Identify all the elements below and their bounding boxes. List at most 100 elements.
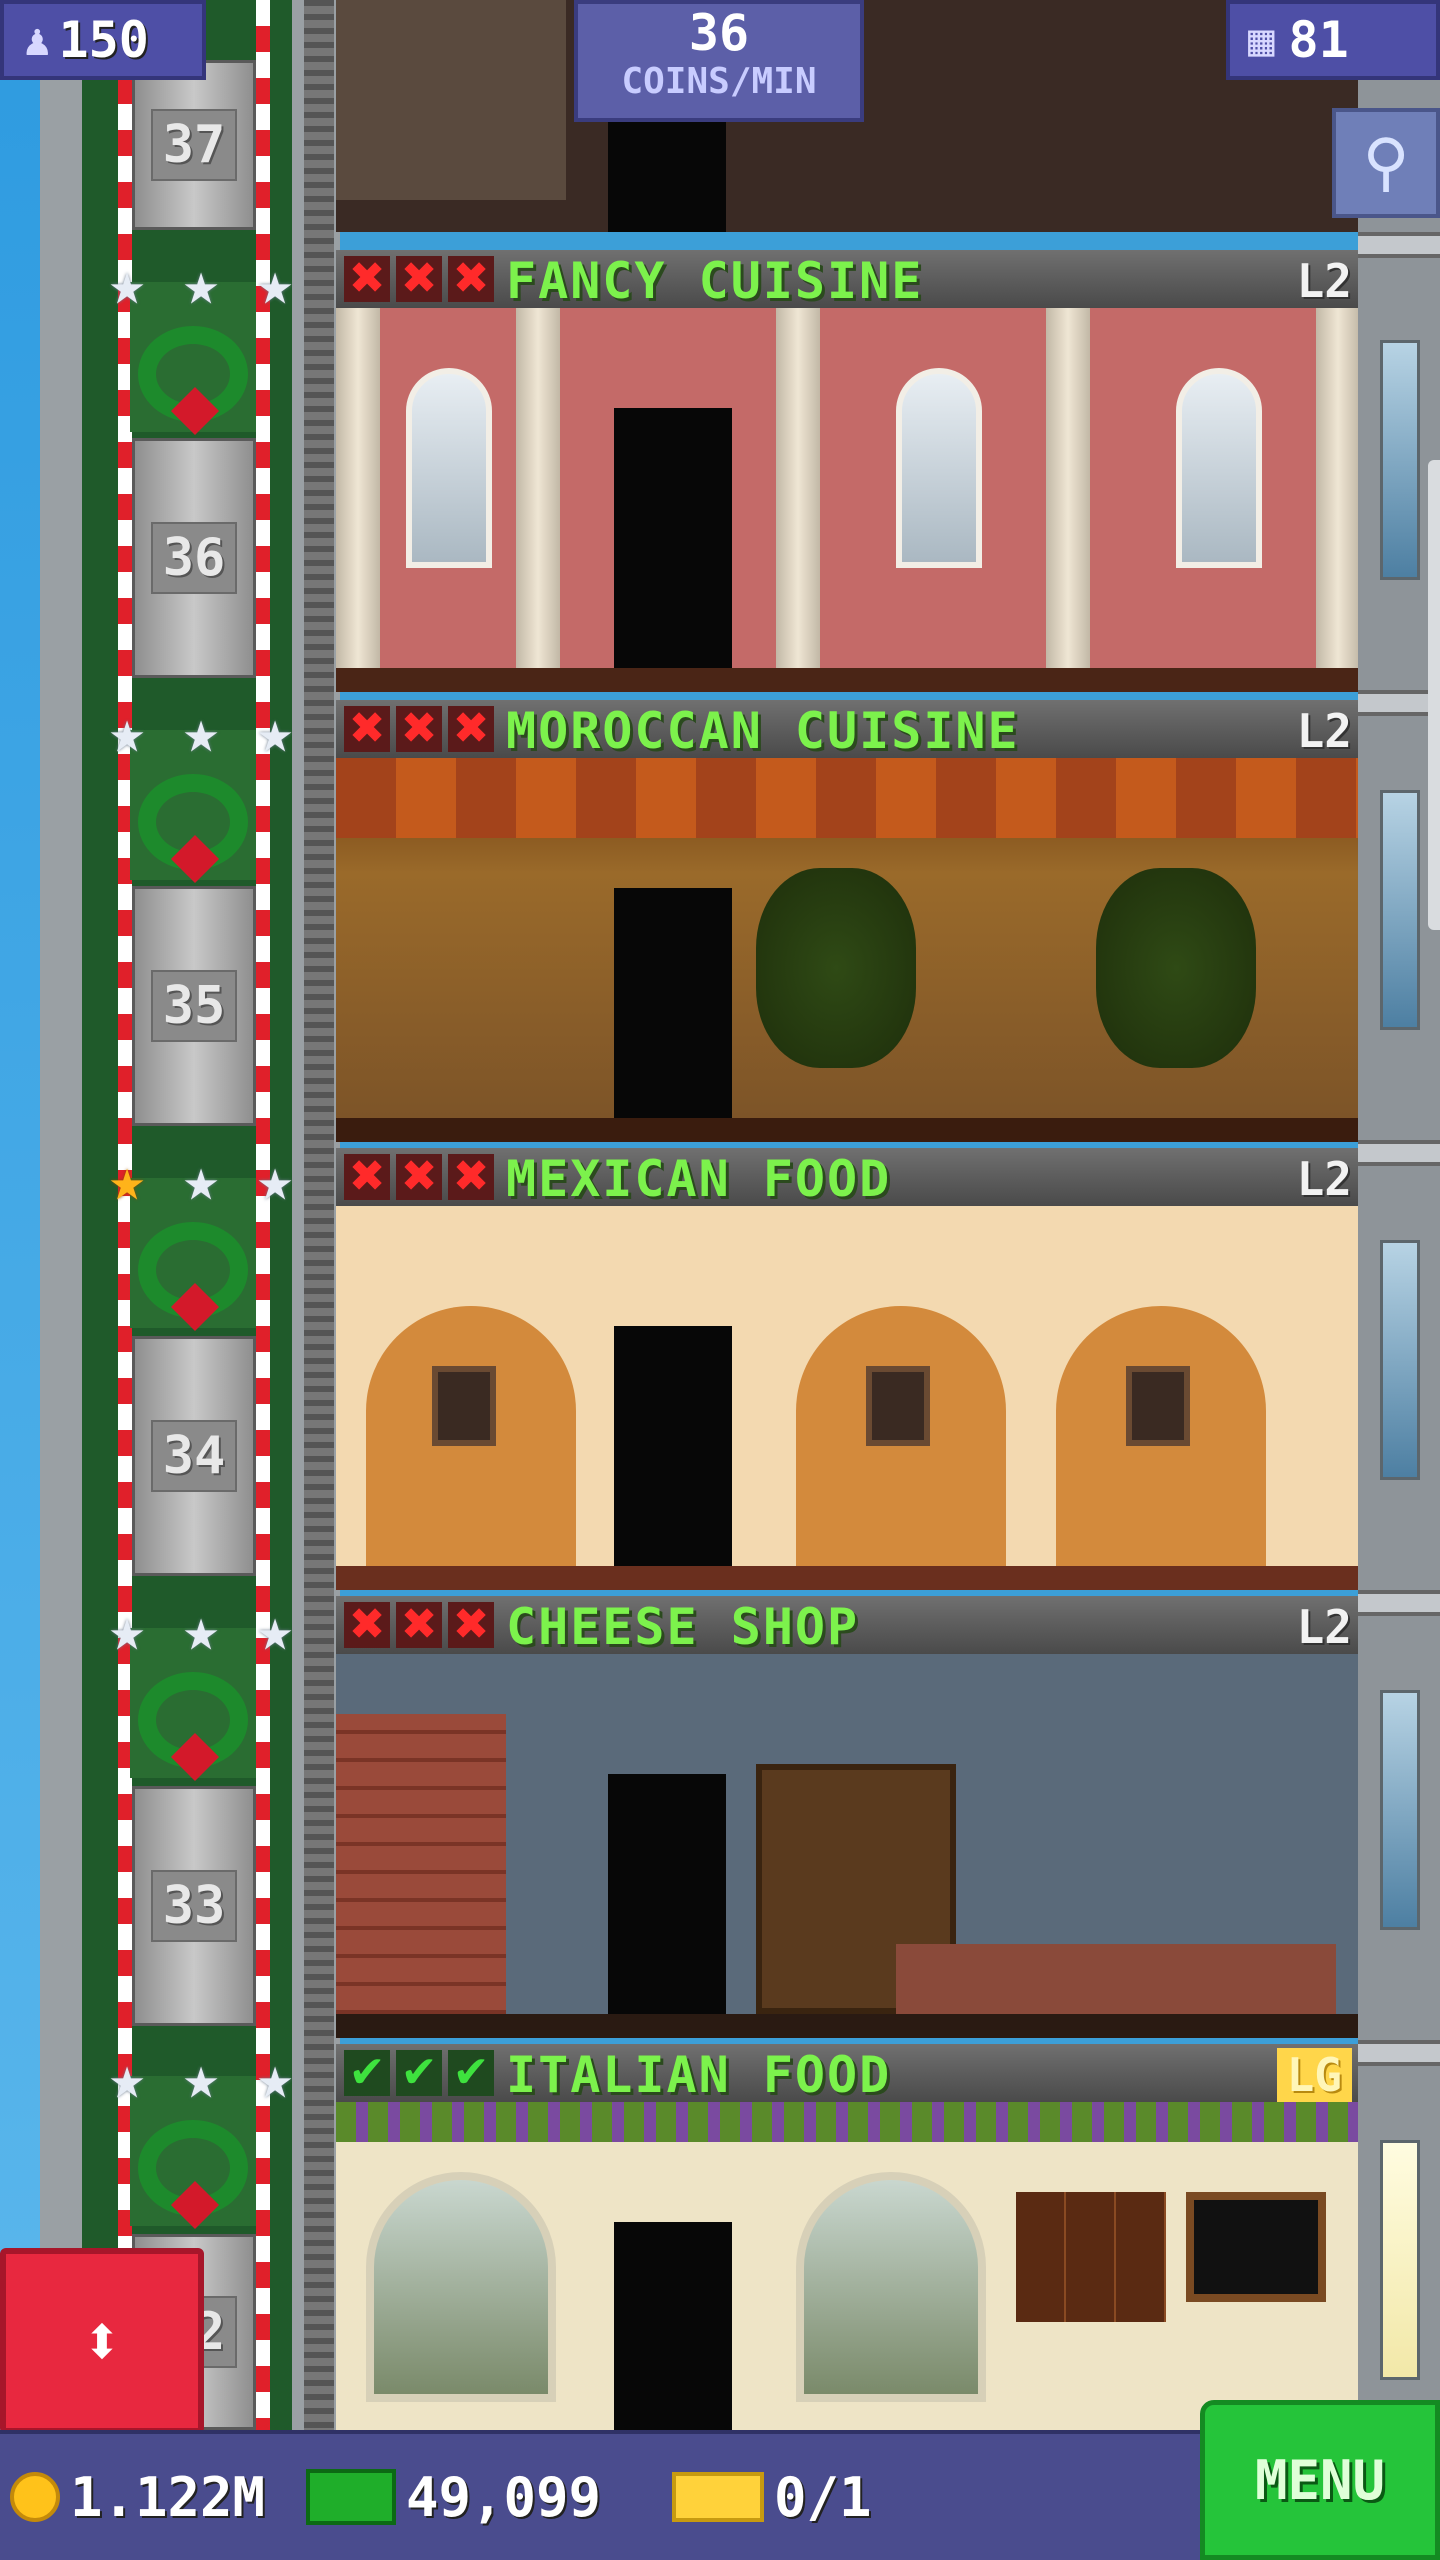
floor-number-label: 33	[150, 1870, 238, 1942]
stock-empty-icon: ✖	[448, 256, 494, 302]
elevator-car-33[interactable]: 33	[132, 1786, 256, 2026]
elevator-control-button[interactable]: ⬍	[0, 2248, 204, 2434]
ticket-value: 0/1	[774, 2465, 872, 2529]
silver-star-icon: ★	[108, 249, 146, 319]
silver-star-icon: ★	[256, 697, 294, 767]
silver-star-icon: ★	[256, 2043, 294, 2113]
floor-fancy-cuisine[interactable]: ✖ ✖ ✖ FANCY CUISINE L2	[336, 250, 1358, 692]
bux-balance[interactable]: 49,099	[306, 2434, 601, 2560]
side-scroll-handle[interactable]	[1428, 460, 1440, 930]
stock-empty-icon: ✖	[344, 1602, 390, 1648]
floor-number-label: 34	[150, 1420, 238, 1492]
floor-name: FANCY CUISINE	[506, 252, 924, 310]
stock-full-check-icon: ✔	[448, 2050, 494, 2096]
up-down-arrows-icon: ⬍	[80, 2300, 124, 2382]
floor-room	[336, 308, 1358, 692]
stock-empty-icon: ✖	[396, 706, 442, 752]
coin-rate-value: 36	[688, 4, 750, 62]
floor-level: L2	[1296, 254, 1352, 308]
silver-star-icon: ★	[182, 1595, 220, 1665]
stock-empty-icon: ✖	[448, 1602, 494, 1648]
silver-star-icon: ★	[182, 697, 220, 767]
search-button[interactable]: ⚲	[1332, 108, 1440, 218]
ticket-balance[interactable]: 0/1	[672, 2434, 872, 2560]
floor-name: MEXICAN FOOD	[506, 1150, 892, 1208]
coin-balance[interactable]: 1.122M	[10, 2434, 265, 2560]
floor-door	[614, 888, 732, 1142]
floor-header: ✔ ✔ ✔ ITALIAN FOOD LG	[336, 2044, 1358, 2104]
floor-count-display[interactable]: ▦ 81	[1226, 0, 1440, 80]
floor-level: L2	[1296, 704, 1352, 758]
golden-ticket-icon	[672, 2472, 764, 2522]
floor-door	[608, 1774, 726, 2038]
floor-header: ✖ ✖ ✖ MEXICAN FOOD L2	[336, 1148, 1358, 1208]
coin-icon	[10, 2472, 60, 2522]
floor-star-rating: ★ ★ ★	[96, 2048, 306, 2108]
gold-star-icon: ★	[108, 1145, 146, 1215]
magnifier-icon: ⚲	[1362, 126, 1410, 200]
silver-star-icon: ★	[256, 249, 294, 319]
bux-value: 49,099	[406, 2465, 602, 2529]
stock-empty-icon: ✖	[396, 256, 442, 302]
coin-rate-display[interactable]: 36 COINS/MIN	[574, 0, 864, 122]
coin-rate-unit: COINS/MIN	[621, 61, 817, 102]
floor-level: L2	[1296, 1152, 1352, 1206]
floor-level: LG	[1276, 2048, 1352, 2102]
stock-empty-icon: ✖	[396, 1602, 442, 1648]
floor-star-rating: ★ ★ ★	[96, 702, 306, 762]
floor-room	[336, 2102, 1358, 2430]
menu-button[interactable]: MENU	[1200, 2400, 1440, 2560]
floor-name: ITALIAN FOOD	[506, 2046, 892, 2104]
stock-empty-icon: ✖	[448, 706, 494, 752]
floor-name: MOROCCAN CUISINE	[506, 702, 1020, 760]
elevator-car-34[interactable]: 34	[132, 1336, 256, 1576]
tower-bux-icon	[306, 2469, 396, 2525]
floor-number-label: 36	[150, 522, 238, 594]
stock-empty-icon: ✖	[448, 1154, 494, 1200]
silver-star-icon: ★	[182, 1145, 220, 1215]
floor-door	[614, 408, 732, 692]
silver-star-icon: ★	[108, 697, 146, 767]
silver-star-icon: ★	[182, 2043, 220, 2113]
population-counter[interactable]: ♟ 150	[0, 0, 206, 80]
elevator-car-35[interactable]: 35	[132, 886, 256, 1126]
floor-number-label: 37	[150, 109, 238, 181]
chalkboard-menu	[1186, 2192, 1326, 2302]
floor-room	[336, 1654, 1358, 2038]
floor-mexican-food[interactable]: ✖ ✖ ✖ MEXICAN FOOD L2	[336, 1148, 1358, 1590]
silver-star-icon: ★	[182, 249, 220, 319]
elevator-car-36[interactable]: 36	[132, 438, 256, 678]
floor-italian-food[interactable]: ✔ ✔ ✔ ITALIAN FOOD LG	[336, 2044, 1358, 2430]
building-icon: ▦	[1248, 14, 1275, 66]
stock-empty-icon: ✖	[344, 256, 390, 302]
coin-value: 1.122M	[70, 2465, 266, 2529]
elevator-rail	[304, 0, 334, 2430]
floor-level: L2	[1296, 1600, 1352, 1654]
floor-header: ✖ ✖ ✖ FANCY CUISINE L2	[336, 250, 1358, 310]
stock-empty-icon: ✖	[396, 1154, 442, 1200]
floor-cheese-shop[interactable]: ✖ ✖ ✖ CHEESE SHOP L2	[336, 1596, 1358, 2038]
silver-star-icon: ★	[256, 1145, 294, 1215]
stock-full-check-icon: ✔	[396, 2050, 442, 2096]
shop-shelf	[336, 0, 566, 200]
floor-star-rating: ★ ★ ★	[96, 254, 306, 314]
tower-right-wall	[1358, 0, 1440, 2430]
floor-door	[614, 1326, 732, 1590]
floor-number-label: 35	[150, 970, 238, 1042]
population-value: 150	[58, 11, 149, 69]
person-icon: ♟	[24, 14, 51, 66]
elevator-car-37[interactable]: 37	[132, 60, 256, 230]
floor-room	[336, 758, 1358, 1142]
floor-moroccan-cuisine[interactable]: ✖ ✖ ✖ MOROCCAN CUISINE L2	[336, 700, 1358, 1142]
floor-door	[614, 2222, 732, 2430]
floor-count-value: 81	[1288, 11, 1349, 69]
floor-header: ✖ ✖ ✖ MOROCCAN CUISINE L2	[336, 700, 1358, 760]
silver-star-icon: ★	[108, 1595, 146, 1665]
floor-name: CHEESE SHOP	[506, 1598, 860, 1656]
stock-empty-icon: ✖	[344, 1154, 390, 1200]
floor-star-rating: ★ ★ ★	[96, 1600, 306, 1660]
silver-star-icon: ★	[256, 1595, 294, 1665]
silver-star-icon: ★	[108, 2043, 146, 2113]
floor-door	[608, 110, 726, 232]
floor-room	[336, 1206, 1358, 1590]
